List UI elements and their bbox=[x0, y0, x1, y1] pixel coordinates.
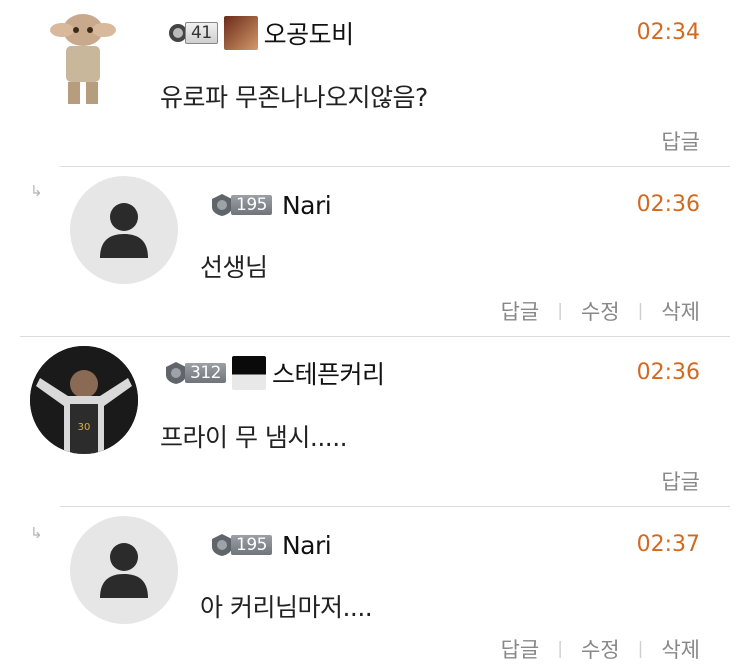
avatar[interactable]: 30 bbox=[30, 346, 138, 454]
person-icon bbox=[100, 203, 148, 258]
comment-time: 02:36 bbox=[636, 360, 700, 385]
level-number: 195 bbox=[231, 535, 272, 555]
nickname[interactable]: Nari bbox=[282, 191, 332, 220]
action-separator: | bbox=[637, 301, 644, 321]
divider bbox=[20, 336, 730, 337]
avatar[interactable] bbox=[70, 516, 178, 624]
delete-button[interactable]: 삭제 bbox=[661, 634, 700, 664]
comment-actions: 답글 | 수정 | 삭제 bbox=[501, 634, 700, 664]
reply-arrow-icon: ↳ bbox=[30, 182, 43, 200]
level-number: 41 bbox=[185, 22, 218, 44]
comment-meta: 195 Nari bbox=[210, 530, 332, 560]
comment-actions: 답글 bbox=[661, 466, 700, 496]
reply-button[interactable]: 답글 bbox=[501, 296, 540, 326]
comment-meta: 195 Nari bbox=[210, 190, 332, 220]
comment-time: 02:37 bbox=[636, 532, 700, 557]
nickname[interactable]: Nari bbox=[282, 531, 332, 560]
comment-time: 02:34 bbox=[636, 20, 700, 45]
comment-text: 아 커리님마저.... bbox=[200, 593, 373, 622]
edit-button[interactable]: 수정 bbox=[581, 634, 620, 664]
divider bbox=[60, 166, 730, 167]
nickname[interactable]: 오공도비 bbox=[264, 15, 355, 51]
comment-text: 프라이 무 냄시..... bbox=[160, 423, 348, 452]
person-icon bbox=[100, 543, 148, 598]
delete-button[interactable]: 삭제 bbox=[661, 296, 700, 326]
reply-arrow-icon: ↳ bbox=[30, 524, 43, 542]
action-separator: | bbox=[557, 639, 563, 659]
figure-avatar-icon bbox=[50, 14, 116, 104]
comment-actions: 답글 bbox=[661, 126, 700, 156]
level-badge: 41 bbox=[168, 22, 218, 44]
user-thumbnail bbox=[231, 356, 266, 390]
user-thumbnail bbox=[223, 16, 258, 50]
level-badge: 312 bbox=[164, 362, 226, 384]
avatar[interactable] bbox=[48, 8, 118, 110]
divider bbox=[60, 506, 730, 507]
level-number: 195 bbox=[231, 195, 272, 215]
reply-button[interactable]: 답글 bbox=[661, 126, 700, 156]
player-photo-icon: 30 bbox=[30, 346, 138, 454]
comment-text: 선생님 bbox=[200, 253, 268, 282]
comment-meta: 41 오공도비 bbox=[168, 15, 355, 51]
level-badge: 195 bbox=[210, 194, 272, 216]
level-badge: 195 bbox=[210, 534, 272, 556]
nickname[interactable]: 스테픈커리 bbox=[272, 355, 385, 391]
action-separator: | bbox=[637, 639, 644, 659]
edit-button[interactable]: 수정 bbox=[581, 296, 620, 326]
comment-text: 유로파 무존나나오지않음? bbox=[160, 83, 428, 112]
comment-time: 02:36 bbox=[636, 192, 700, 217]
comment-actions: 답글 | 수정 | 삭제 bbox=[501, 296, 700, 326]
comment-meta: 312 스테픈커리 bbox=[164, 355, 385, 391]
level-number: 312 bbox=[185, 363, 226, 383]
action-separator: | bbox=[557, 301, 563, 321]
avatar[interactable] bbox=[70, 176, 178, 284]
svg-text:30: 30 bbox=[78, 422, 91, 433]
reply-button[interactable]: 답글 bbox=[661, 466, 700, 496]
reply-button[interactable]: 답글 bbox=[501, 634, 540, 664]
